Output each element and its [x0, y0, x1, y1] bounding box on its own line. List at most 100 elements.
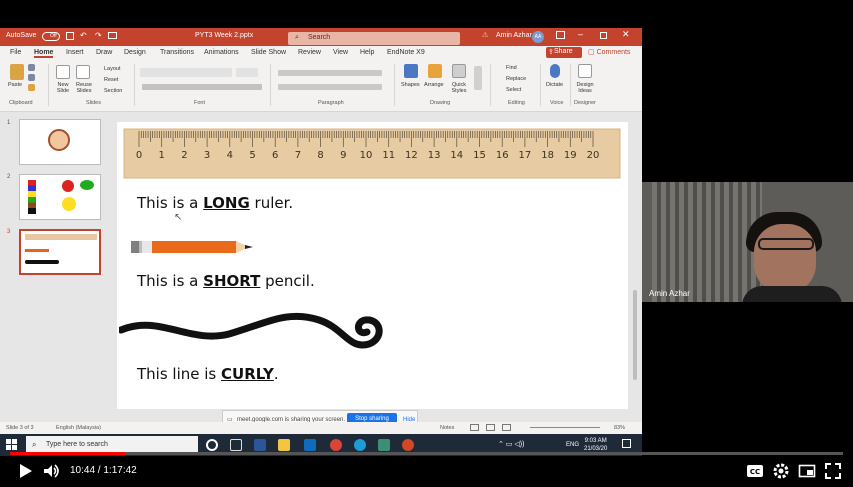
current-slide[interactable]: 0 1 2 3 4 5 6 7 8 9 10 11 12 13 14 15 16 17 18 19 20 This is… — [117, 122, 628, 409]
input-language[interactable]: ENG — [566, 442, 579, 448]
tab-draw[interactable]: Draw — [96, 49, 112, 56]
taskbar-search-placeholder: Type here to search — [46, 441, 108, 448]
slide-thumbnail-3[interactable] — [19, 229, 101, 275]
outlook-icon[interactable] — [304, 439, 316, 451]
quick-styles-icon[interactable] — [452, 64, 466, 78]
save-icon[interactable] — [66, 32, 74, 40]
tab-insert[interactable]: Insert — [66, 49, 84, 56]
copy-icon[interactable] — [28, 74, 35, 81]
format-painter-icon[interactable] — [28, 84, 35, 91]
app-icon[interactable] — [378, 439, 390, 451]
sorter-view-icon[interactable] — [486, 424, 495, 431]
tab-animations[interactable]: Animations — [204, 49, 239, 56]
new-slide-icon[interactable] — [56, 65, 70, 79]
tab-endnote[interactable]: EndNote X9 — [387, 49, 425, 56]
design-ideas-button[interactable]: Design Ideas — [574, 82, 596, 94]
file-explorer-icon[interactable] — [278, 439, 290, 451]
notification-icon[interactable] — [622, 439, 631, 448]
tab-design[interactable]: Design — [124, 49, 146, 56]
layout-button[interactable]: Layout — [104, 66, 121, 72]
comments-button[interactable]: ▢ Comments — [588, 47, 636, 58]
close-icon[interactable]: ✕ — [622, 29, 630, 40]
curly-line-image — [119, 312, 383, 349]
maximize-icon[interactable] — [600, 32, 607, 39]
powerpoint-icon[interactable] — [402, 439, 414, 451]
notes-button[interactable]: Notes — [440, 425, 454, 431]
captions-icon[interactable]: CC — [746, 462, 764, 480]
slide-thumbnail-2[interactable] — [19, 174, 101, 220]
language[interactable]: English (Malaysia) — [56, 425, 101, 431]
tab-review[interactable]: Review — [298, 49, 321, 56]
taskbar-clock[interactable]: 9:03 AM 21/03/20 — [584, 437, 607, 453]
shapes-icon[interactable] — [404, 64, 418, 78]
system-tray-icons[interactable]: ⌃ ▭ ◁)) — [498, 440, 524, 448]
play-icon[interactable] — [16, 462, 34, 480]
settings-gear-icon[interactable] — [772, 462, 790, 480]
ribbon-options-icon[interactable] — [556, 31, 565, 39]
vertical-scrollbar[interactable] — [632, 120, 638, 410]
user-name[interactable]: Amin Azhar — [496, 32, 532, 39]
section-button[interactable]: Section — [104, 88, 122, 94]
shapes-button[interactable]: Shapes — [401, 82, 420, 88]
reuse-slides-icon[interactable] — [76, 65, 90, 79]
font-format-buttons[interactable] — [142, 84, 262, 90]
present-icon[interactable] — [108, 32, 117, 39]
list-buttons[interactable] — [278, 70, 382, 76]
undo-icon[interactable]: ↶ — [80, 31, 87, 40]
tab-slide-show[interactable]: Slide Show — [251, 49, 286, 56]
shape-fill-icon[interactable] — [474, 66, 482, 90]
minimize-icon[interactable]: – — [578, 29, 583, 39]
zoom-slider[interactable] — [530, 427, 600, 428]
ruler-number: 19 — [564, 150, 577, 161]
word-icon[interactable] — [254, 439, 266, 451]
slide-thumbnail-1[interactable] — [19, 119, 101, 165]
reading-view-icon[interactable] — [502, 424, 511, 431]
edge-icon[interactable] — [354, 439, 366, 451]
zoom-level[interactable]: 83% — [614, 425, 625, 431]
select-button[interactable]: Select — [506, 87, 521, 93]
miniplayer-icon[interactable] — [798, 462, 816, 480]
replace-button[interactable]: Replace — [506, 76, 526, 82]
font-name-dropdown[interactable] — [140, 68, 232, 77]
arrange-icon[interactable] — [428, 64, 442, 78]
tab-help[interactable]: Help — [360, 49, 374, 56]
dictate-button[interactable]: Dictate — [546, 82, 563, 88]
font-size-dropdown[interactable] — [236, 68, 258, 77]
scroll-thumb[interactable] — [633, 290, 637, 380]
paste-icon[interactable] — [10, 64, 24, 80]
task-view-icon[interactable] — [230, 439, 242, 451]
volume-icon[interactable] — [42, 462, 60, 480]
tab-file[interactable]: File — [10, 49, 21, 56]
quick-styles-button[interactable]: Quick Styles — [448, 82, 470, 94]
share-label: Share — [554, 48, 573, 55]
reuse-slides-button[interactable]: Reuse Slides — [74, 82, 94, 94]
tab-home[interactable]: Home — [34, 49, 54, 58]
tab-transitions[interactable]: Transitions — [160, 49, 194, 56]
autosave-toggle[interactable]: Off — [42, 32, 60, 41]
microphone-icon[interactable] — [550, 64, 560, 78]
cut-icon[interactable] — [28, 64, 35, 71]
group-editing: Editing — [508, 100, 525, 106]
normal-view-icon[interactable] — [470, 424, 479, 431]
tab-view[interactable]: View — [333, 49, 348, 56]
align-buttons[interactable] — [278, 84, 382, 90]
video-progress-fill — [10, 452, 125, 455]
duration: 1:17:42 — [103, 465, 137, 476]
cortana-icon[interactable] — [206, 439, 218, 451]
reset-button[interactable]: Reset — [104, 77, 118, 83]
paste-button[interactable]: Paste — [8, 82, 22, 88]
ruler-number: 11 — [382, 150, 395, 161]
chrome-icon[interactable] — [330, 439, 342, 451]
find-button[interactable]: Find — [506, 65, 517, 71]
arrange-button[interactable]: Arrange — [424, 82, 444, 88]
search-input[interactable]: ⌕ Search — [288, 32, 460, 45]
ruler-number: 1 — [159, 150, 165, 161]
share-button[interactable]: ⇪ Share — [546, 47, 582, 58]
windows-start-icon[interactable] — [6, 439, 18, 451]
avatar[interactable]: AA — [532, 31, 544, 43]
video-progress-bar[interactable] — [10, 452, 843, 455]
design-ideas-icon[interactable] — [578, 64, 592, 78]
fullscreen-icon[interactable] — [824, 462, 842, 480]
redo-icon[interactable]: ↷ — [95, 31, 102, 40]
new-slide-button[interactable]: New Slide — [54, 82, 72, 94]
